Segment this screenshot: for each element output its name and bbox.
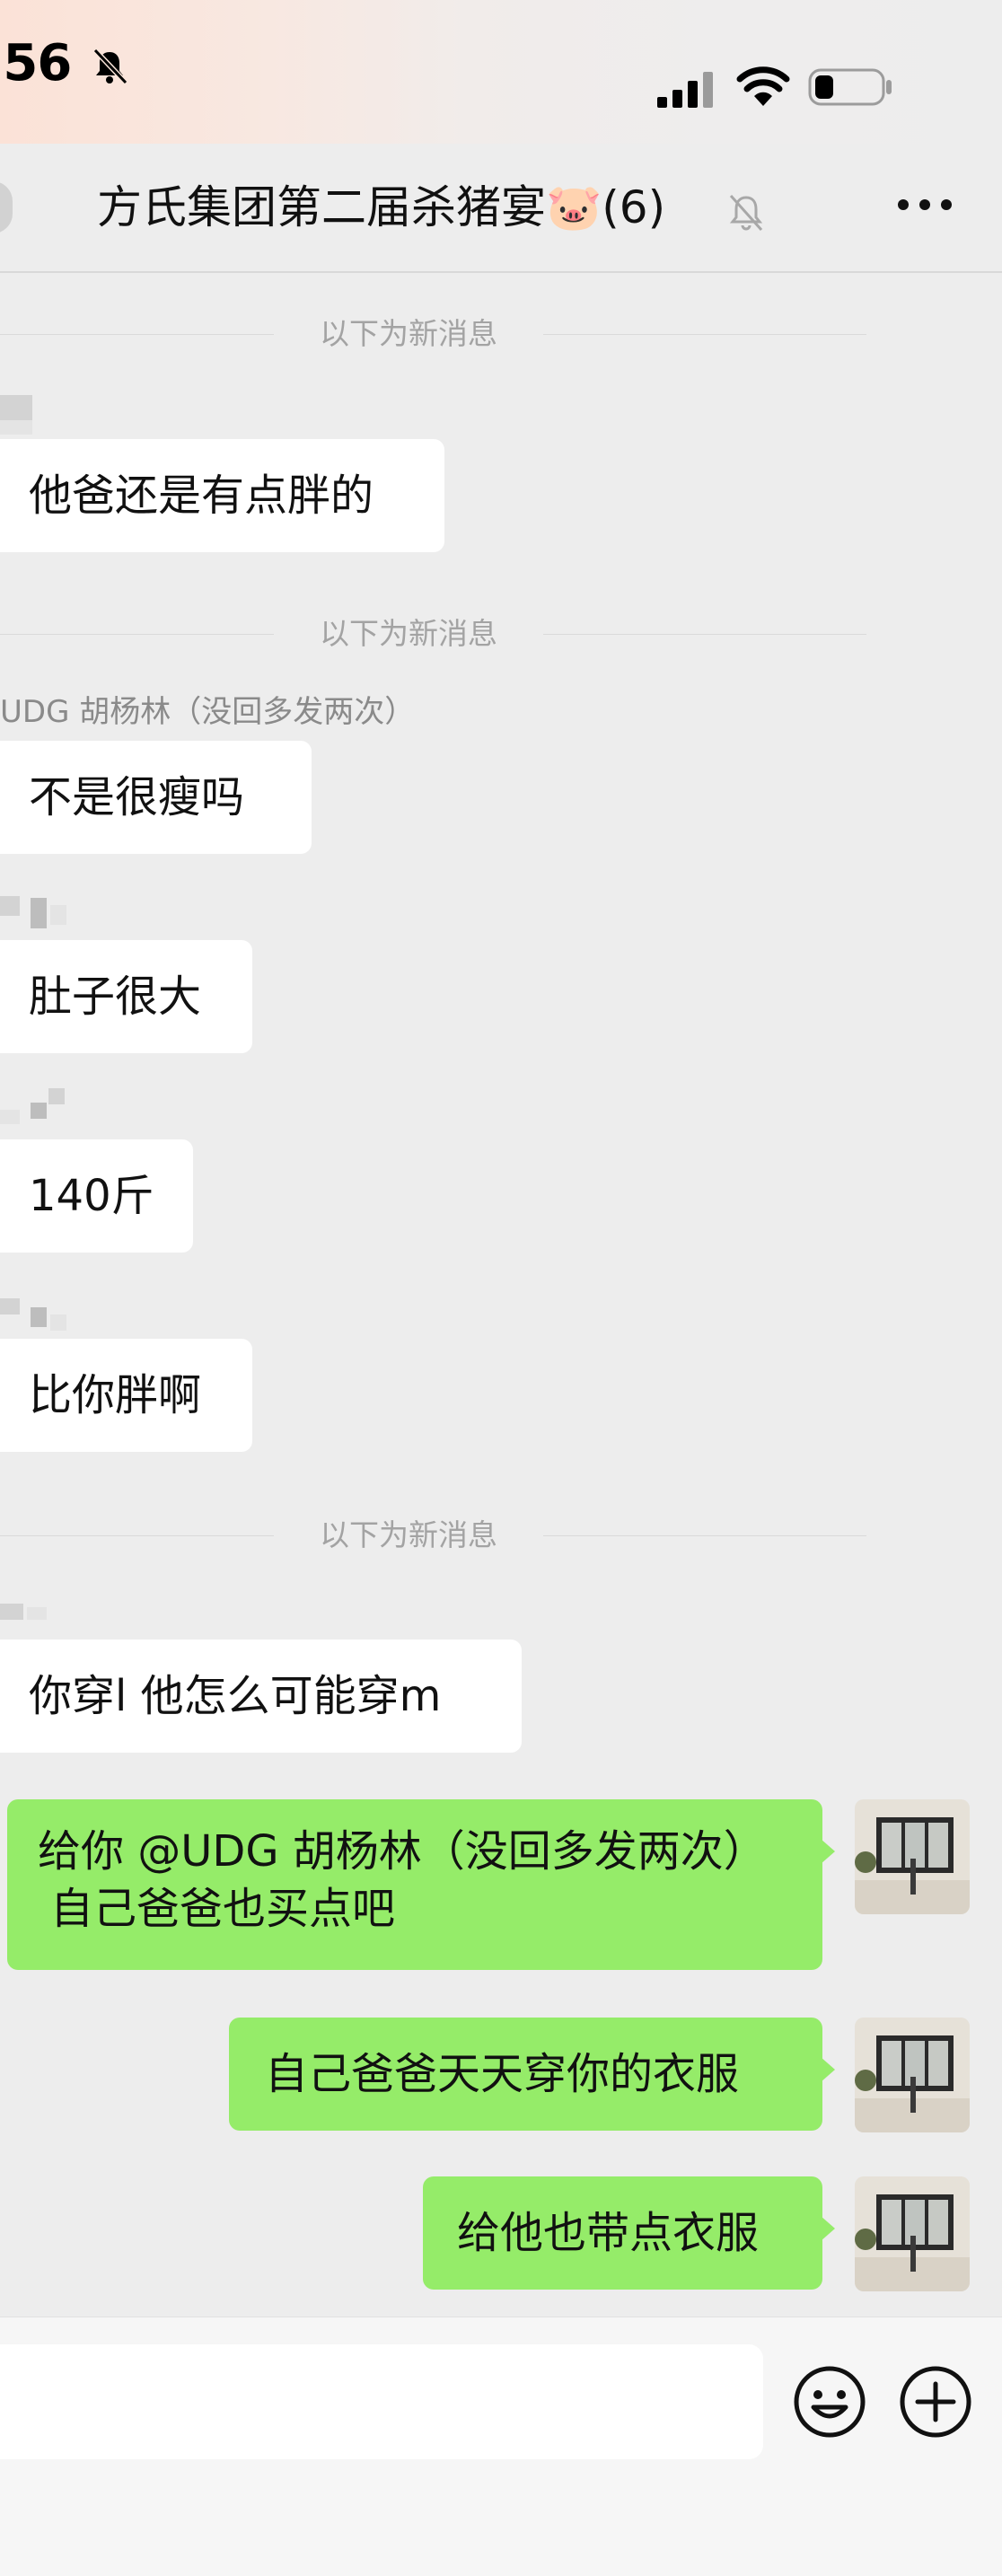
obscured-sender-name: [0, 896, 20, 916]
bell-off-icon: [92, 48, 128, 85]
input-bar: [0, 2317, 1002, 2576]
message-bubble[interactable]: 肚子很大: [0, 940, 252, 1053]
avatar-photo: [855, 1799, 970, 1914]
message-bubble[interactable]: 不是很瘦吗: [0, 741, 312, 854]
sent-message-text: 自己爸爸天天穿你的衣服: [265, 2049, 740, 2099]
sent-message-bubble[interactable]: 自己爸爸天天穿你的衣服: [229, 2018, 835, 2131]
avatar-photo: [855, 2176, 970, 2291]
sent-message-line: 自己爸爸也买点吧: [50, 1884, 396, 1934]
back-icon[interactable]: [0, 181, 13, 233]
mute-icon: [729, 194, 763, 232]
message-bubble[interactable]: 比你胖啊: [0, 1339, 252, 1452]
message-bubble[interactable]: 你穿l 他怎么可能穿m: [0, 1640, 522, 1753]
status-time: :56: [0, 34, 72, 92]
sent-message-text: 给他也带点衣服: [457, 2208, 760, 2258]
obscured-sender-name: [0, 395, 32, 420]
sender-name: UDG 胡杨林（没回多发两次）: [0, 694, 416, 730]
wifi-icon: [736, 66, 790, 106]
more-icon[interactable]: [889, 178, 961, 232]
obscured-sender-name: [0, 1604, 23, 1620]
message-bubble[interactable]: 他爸还是有点胖的: [0, 439, 444, 552]
avatar[interactable]: [855, 2176, 970, 2291]
message-bubble[interactable]: 140斤: [0, 1139, 193, 1253]
avatar[interactable]: [855, 2018, 970, 2132]
sent-message-bubble[interactable]: 给他也带点衣服: [423, 2176, 835, 2290]
chat-header: 方氏集团第二届杀猪宴🐷(6): [0, 144, 1002, 273]
obscured-sender-name: [0, 1298, 20, 1314]
new-messages-divider: 以下为新消息: [0, 316, 867, 352]
sent-message-bubble[interactable]: 给你 @UDG 胡杨林（没回多发两次） 自己爸爸也买点吧: [7, 1799, 835, 1970]
signal-icon: [657, 72, 713, 108]
avatar[interactable]: [855, 1799, 970, 1914]
new-messages-divider: 以下为新消息: [0, 616, 867, 652]
sent-message-line: 给你 @UDG 胡杨林（没回多发两次）: [38, 1826, 767, 1877]
new-messages-divider: 以下为新消息: [0, 1517, 867, 1553]
obscured-sender-name: [0, 1110, 20, 1124]
avatar-photo: [855, 2018, 970, 2132]
plus-icon[interactable]: [898, 2364, 973, 2440]
battery-icon: [808, 68, 892, 106]
message-input[interactable]: [0, 2344, 763, 2459]
status-bar: :56: [0, 0, 1002, 144]
chat-title[interactable]: 方氏集团第二届杀猪宴🐷(6): [97, 181, 665, 233]
emoji-icon[interactable]: [792, 2364, 867, 2440]
